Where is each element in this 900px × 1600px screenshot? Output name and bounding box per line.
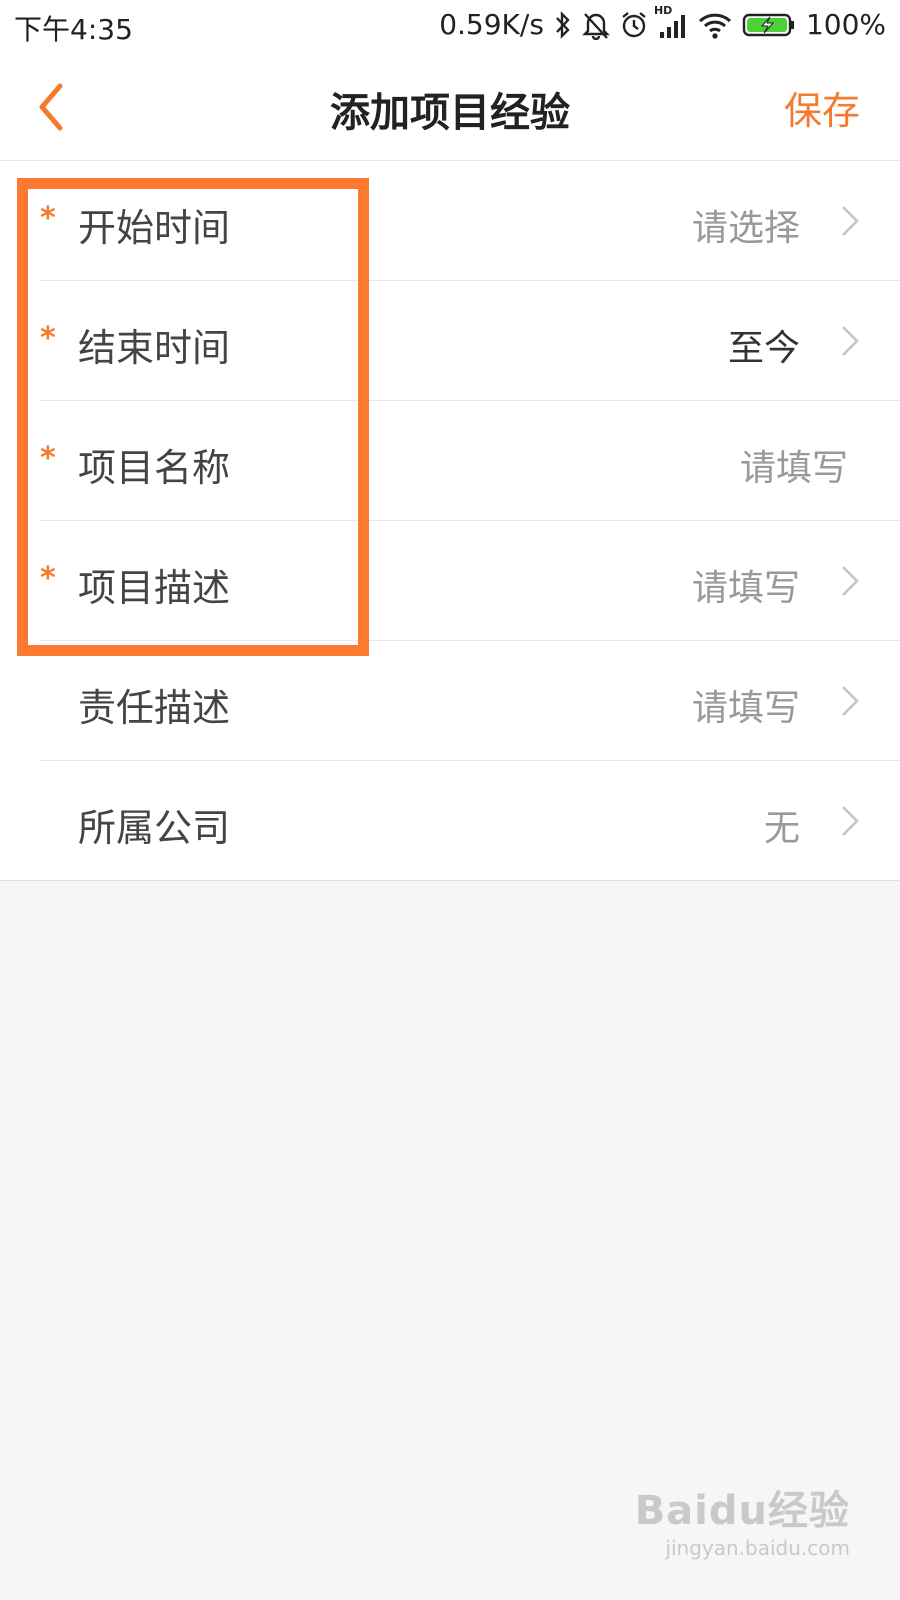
chevron-right-icon <box>840 804 860 838</box>
wifi-icon <box>698 10 732 40</box>
company-row[interactable]: 所属公司 无 <box>40 761 900 880</box>
watermark-url: jingyan.baidu.com <box>665 1536 850 1560</box>
page-title: 添加项目经验 <box>330 90 570 136</box>
status-time: 下午4:35 <box>14 13 133 46</box>
project-name-input[interactable]: 请填写 <box>740 439 848 491</box>
save-button[interactable]: 保存 <box>784 80 860 135</box>
company-value: 无 <box>763 808 800 849</box>
bluetooth-icon <box>554 10 572 40</box>
required-mark: * <box>40 321 56 356</box>
end-time-label: 结束时间 <box>78 326 231 370</box>
required-mark: * <box>40 201 56 236</box>
chevron-right-icon <box>840 324 860 358</box>
chevron-right-icon <box>840 204 860 238</box>
status-icons: 0.59K/s HD 100% <box>439 4 886 42</box>
project-description-label: 项目描述 <box>78 566 231 610</box>
chevron-right-icon <box>840 684 860 718</box>
project-name-label: 项目名称 <box>78 446 231 490</box>
network-badge: HD <box>653 3 673 17</box>
end-time-value: 至今 <box>727 328 800 369</box>
project-description-row[interactable]: * 项目描述 请填写 <box>40 521 900 641</box>
start-time-value: 请选择 <box>691 208 800 249</box>
responsibility-value: 请填写 <box>691 688 800 729</box>
company-label: 所属公司 <box>78 806 231 850</box>
responsibility-row[interactable]: 责任描述 请填写 <box>40 641 900 761</box>
project-description-value: 请填写 <box>691 568 800 609</box>
start-time-label: 开始时间 <box>78 206 231 250</box>
chevron-right-icon <box>840 564 860 598</box>
mute-bell-icon <box>582 10 610 40</box>
project-name-row[interactable]: * 项目名称 请填写 <box>40 401 900 521</box>
battery-charging-icon <box>742 10 796 40</box>
baidu-watermark: Baidu经验 jingyan.baidu.com <box>635 1478 850 1560</box>
signal-icon: HD <box>654 4 688 40</box>
battery-percent: 100% <box>805 8 886 41</box>
net-speed: 0.59K/s <box>439 8 544 41</box>
responsibility-label: 责任描述 <box>78 686 231 730</box>
alarm-icon <box>620 10 648 40</box>
project-experience-form: * 开始时间 请选择 * 结束时间 至今 * 项目名称 请填写 * 项目描述 请… <box>0 161 900 881</box>
nav-header: 添加项目经验 保存 <box>0 52 900 161</box>
status-bar: 下午4:35 0.59K/s HD 100% <box>0 0 900 52</box>
required-mark: * <box>40 441 56 476</box>
start-time-row[interactable]: * 开始时间 请选择 <box>40 161 900 281</box>
required-mark: * <box>40 561 56 596</box>
end-time-row[interactable]: * 结束时间 至今 <box>40 281 900 401</box>
watermark-brand: Baidu经验 <box>634 1488 850 1534</box>
